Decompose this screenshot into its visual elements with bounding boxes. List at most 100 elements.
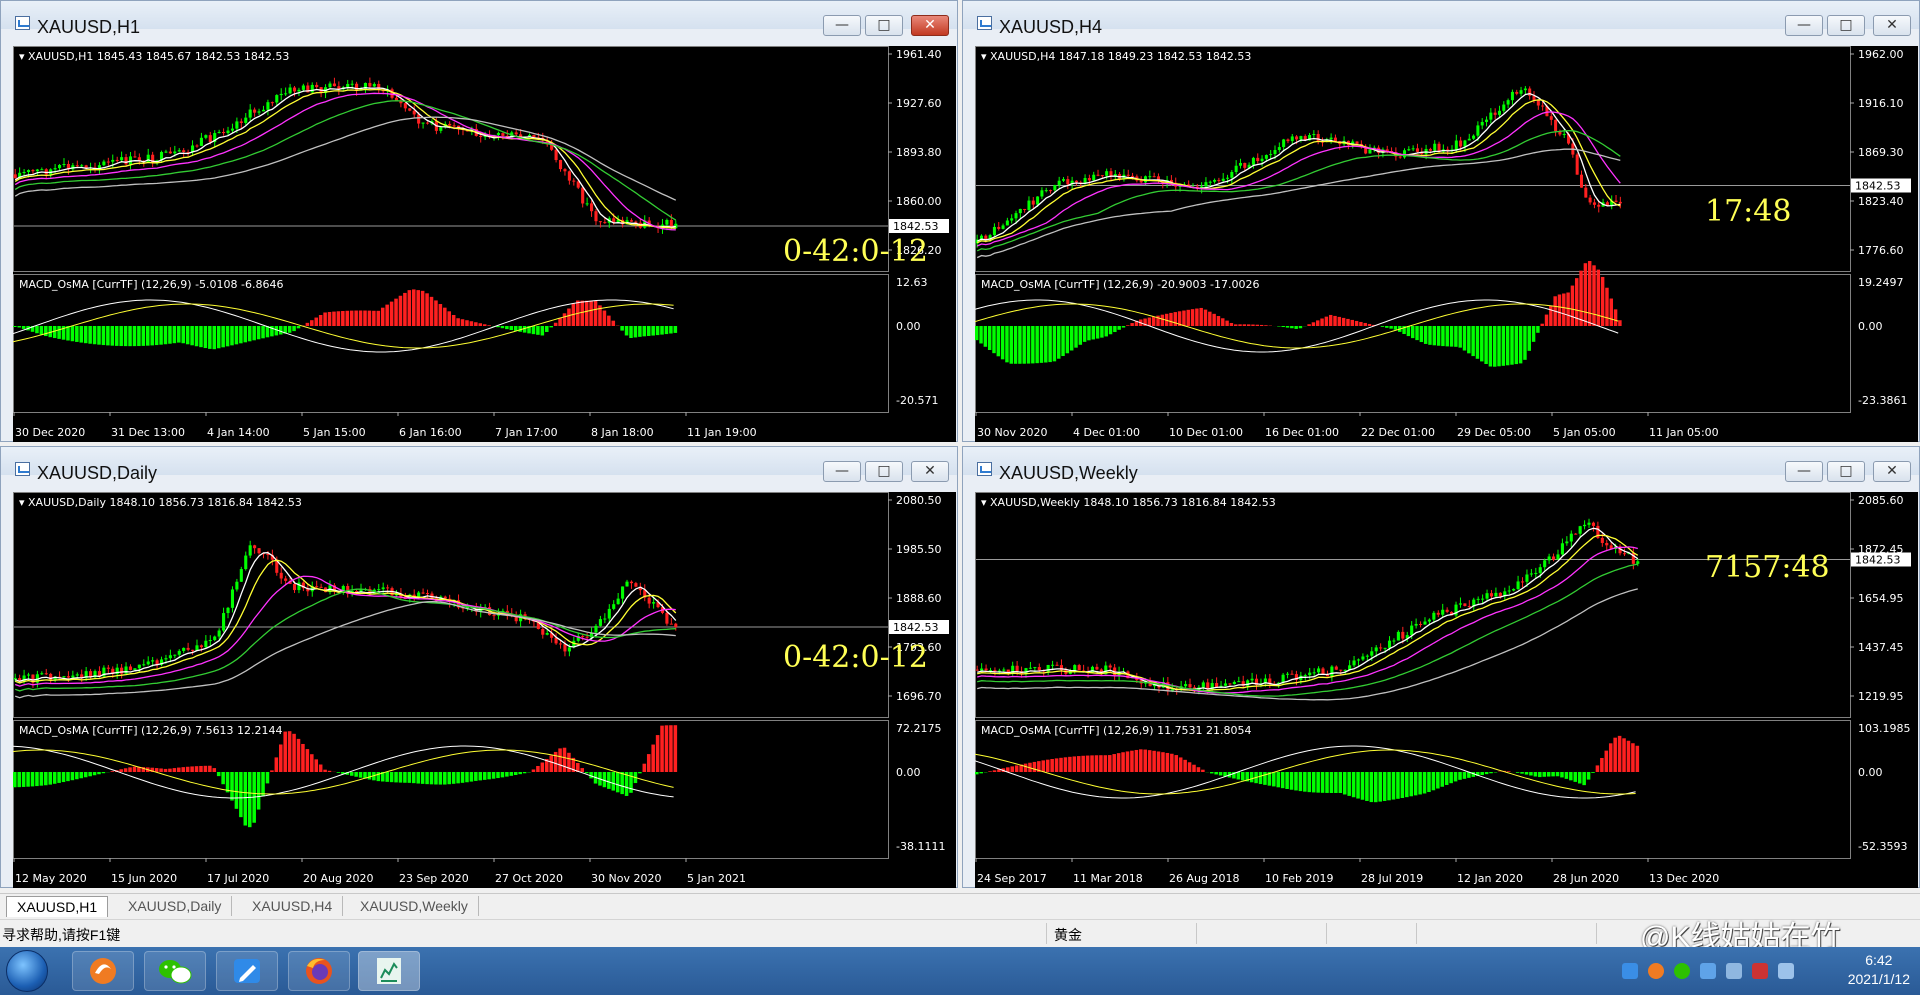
system-clock[interactable]: 6:42 2021/1/12 <box>1848 951 1910 989</box>
price-scale-label: 1888.60 <box>896 592 942 605</box>
macd-histogram-bar <box>664 326 669 335</box>
minimize-button[interactable]: — <box>1785 15 1823 36</box>
macd-histogram-bar <box>1276 772 1281 788</box>
macd-histogram-bar <box>296 326 301 329</box>
tray-volume-muted-icon[interactable] <box>1752 963 1768 979</box>
taskbar-app-button[interactable] <box>216 951 278 991</box>
tab-xauusd-h1[interactable]: XAUUSD,H1 <box>6 896 109 917</box>
macd-histogram-bar <box>1546 772 1551 777</box>
current-price-value: 1842.53 <box>893 621 939 634</box>
candle-body <box>288 87 292 94</box>
macd-histogram-bar <box>1328 314 1333 326</box>
tray-flag-icon[interactable] <box>1726 963 1742 979</box>
price-scale-label: 2085.60 <box>1858 494 1904 507</box>
moving-average-line <box>977 563 1638 697</box>
maximize-button[interactable]: □ <box>1827 15 1865 36</box>
macd-histogram-bar <box>1022 326 1026 364</box>
tab-xauusd-weekly[interactable]: XAUUSD,Weekly <box>350 896 479 916</box>
macd-histogram-bar <box>651 326 655 336</box>
macd-histogram-bar <box>983 326 988 347</box>
window-titlebar[interactable]: XAUUSD,Weekly — □ ✕ <box>963 447 1919 483</box>
candle-body <box>1018 208 1022 214</box>
time-axis-label: 16 Dec 01:00 <box>1265 426 1339 439</box>
candle-body <box>328 83 332 88</box>
price-chart[interactable]: ▾ XAUUSD,Daily 1848.10 1856.73 1816.84 1… <box>13 492 956 888</box>
macd-histogram-bar <box>1069 326 1074 351</box>
macd-histogram-bar <box>553 322 558 326</box>
macd-histogram-bar <box>567 308 571 326</box>
price-scale-label: 1696.70 <box>896 690 942 703</box>
close-button[interactable]: ✕ <box>911 15 949 36</box>
time-axis-label: 11 Jan 05:00 <box>1649 426 1719 439</box>
bar-countdown: 17:48 <box>1705 194 1791 229</box>
tray-shield-icon[interactable] <box>1700 963 1716 979</box>
macd-histogram-bar <box>558 318 562 326</box>
minimize-button[interactable]: — <box>823 461 861 482</box>
window-titlebar[interactable]: XAUUSD,H1 — □ ✕ <box>1 1 957 37</box>
time-axis-label: 30 Dec 2020 <box>15 426 85 439</box>
candle-body <box>589 203 594 212</box>
macd-histogram-bar <box>354 772 358 777</box>
macd-histogram-bar <box>1072 756 1077 772</box>
chart-window-weekly[interactable]: XAUUSD,Weekly — □ ✕ ▾ XAUUSD,Weekly 1848… <box>962 446 1920 888</box>
macd-histogram-bar <box>1449 326 1454 347</box>
macd-histogram-bar <box>1082 326 1087 342</box>
candle-body <box>984 668 988 671</box>
macd-histogram-bar <box>301 743 305 772</box>
minimize-button[interactable]: — <box>823 15 861 36</box>
price-chart[interactable]: ▾ XAUUSD,H1 1845.43 1845.67 1842.53 1842… <box>13 46 956 442</box>
candle-body <box>66 676 70 678</box>
candle-body <box>1407 149 1411 151</box>
macd-histogram-bar <box>1422 772 1427 794</box>
macd-histogram-bar <box>323 769 327 772</box>
macd-histogram-bar <box>88 772 92 777</box>
maximize-button[interactable]: □ <box>1827 461 1865 482</box>
macd-scale-label: 72.2175 <box>896 722 942 735</box>
candle-body <box>71 675 75 678</box>
window-titlebar[interactable]: XAUUSD,Daily — □ ✕ <box>1 447 957 483</box>
candle-body <box>425 122 430 124</box>
candle-body <box>284 578 288 581</box>
chart-window-h1[interactable]: XAUUSD,H1 — □ ✕ ▾ XAUUSD,H1 1845.43 1845… <box>0 0 958 442</box>
chart-window-daily[interactable]: XAUUSD,Daily — □ ✕ ▾ XAUUSD,Daily 1848.1… <box>0 446 958 888</box>
price-chart[interactable]: ▾ XAUUSD,Weekly 1848.10 1856.73 1816.84 … <box>975 492 1918 888</box>
candle-body <box>1027 200 1031 210</box>
start-button[interactable] <box>6 950 48 992</box>
candle-body <box>1379 647 1383 649</box>
macd-histogram-bar <box>1618 320 1622 326</box>
macd-histogram-bar <box>185 766 190 772</box>
macd-histogram-bar <box>549 326 553 328</box>
tab-xauusd-daily[interactable]: XAUUSD,Daily <box>118 896 233 916</box>
candle-body <box>1001 225 1005 229</box>
price-chart[interactable]: ▾ XAUUSD,H4 1847.18 1849.23 1842.53 1842… <box>975 46 1918 442</box>
tab-xauusd-h4[interactable]: XAUUSD,H4 <box>242 896 344 916</box>
macd-histogram-bar <box>403 772 407 783</box>
candle-body <box>372 83 376 87</box>
macd-histogram-bar <box>425 772 429 785</box>
candle-body <box>1057 180 1061 186</box>
tray-wechat-icon[interactable] <box>1674 963 1690 979</box>
macd-histogram-bar <box>92 772 97 776</box>
maximize-button[interactable]: □ <box>865 461 903 482</box>
macd-histogram-bar <box>279 744 283 772</box>
macd-histogram-bar <box>345 310 350 326</box>
taskbar-app-button-active[interactable] <box>358 951 420 991</box>
tray-signal-icon[interactable] <box>1778 963 1794 979</box>
tray-network-icon[interactable] <box>1622 963 1638 979</box>
taskbar-app-button[interactable] <box>72 951 134 991</box>
candle-body <box>1427 619 1431 622</box>
close-button[interactable]: ✕ <box>911 461 949 482</box>
candle-body <box>612 604 616 609</box>
time-axis-label: 5 Jan 15:00 <box>303 426 366 439</box>
chart-window-h4[interactable]: XAUUSD,H4 — □ ✕ ▾ XAUUSD,H4 1847.18 1849… <box>962 0 1920 442</box>
macd-histogram-bar <box>252 326 256 341</box>
taskbar-app-button[interactable] <box>144 951 206 991</box>
close-button[interactable]: ✕ <box>1873 461 1911 482</box>
close-button[interactable]: ✕ <box>1873 15 1911 36</box>
minimize-button[interactable]: — <box>1785 461 1823 482</box>
taskbar-app-button[interactable] <box>288 951 350 991</box>
candle-body <box>1277 147 1281 151</box>
window-titlebar[interactable]: XAUUSD,H4 — □ ✕ <box>963 1 1919 37</box>
maximize-button[interactable]: □ <box>865 15 903 36</box>
tray-browser-icon[interactable] <box>1648 963 1664 979</box>
